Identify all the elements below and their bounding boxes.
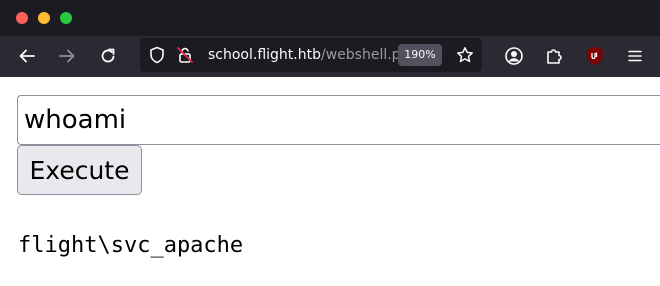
account-button[interactable] bbox=[500, 42, 528, 70]
close-window-button[interactable] bbox=[16, 12, 28, 24]
arrow-right-icon bbox=[58, 47, 76, 65]
arrow-left-icon bbox=[18, 47, 36, 65]
puzzle-icon bbox=[544, 46, 564, 66]
shield-icon[interactable] bbox=[148, 46, 166, 64]
app-menu-button[interactable] bbox=[621, 42, 649, 70]
forward-button[interactable] bbox=[53, 42, 81, 70]
ublock-icon bbox=[586, 46, 604, 66]
zoom-window-button[interactable] bbox=[60, 12, 72, 24]
star-icon[interactable] bbox=[456, 46, 474, 64]
navigation-toolbar: school.flight.htb/webshell.p 190% bbox=[0, 36, 660, 77]
extensions-button[interactable] bbox=[540, 42, 568, 70]
browser-window: school.flight.htb/webshell.p 190% whoami… bbox=[0, 0, 660, 286]
back-button[interactable] bbox=[13, 42, 41, 70]
account-icon bbox=[504, 46, 524, 66]
hamburger-menu-icon bbox=[627, 48, 643, 64]
address-bar[interactable]: school.flight.htb/webshell.p 190% bbox=[140, 38, 482, 72]
execute-button[interactable]: Execute bbox=[17, 145, 142, 195]
zoom-level-badge[interactable]: 190% bbox=[398, 44, 442, 66]
reload-button[interactable] bbox=[94, 42, 122, 70]
command-output: flight\svc_apache bbox=[18, 233, 244, 258]
title-bar bbox=[0, 0, 660, 36]
url-host: school.flight.htb bbox=[208, 47, 321, 63]
url-path: /webshell.p bbox=[321, 47, 398, 63]
minimize-window-button[interactable] bbox=[38, 12, 50, 24]
insecure-lock-icon[interactable] bbox=[176, 46, 194, 64]
ublock-button[interactable] bbox=[581, 42, 609, 70]
command-input[interactable] bbox=[17, 95, 660, 145]
reload-icon bbox=[99, 47, 117, 65]
url-text[interactable]: school.flight.htb/webshell.p bbox=[208, 38, 398, 72]
page-content: Execute flight\svc_apache bbox=[0, 77, 660, 286]
